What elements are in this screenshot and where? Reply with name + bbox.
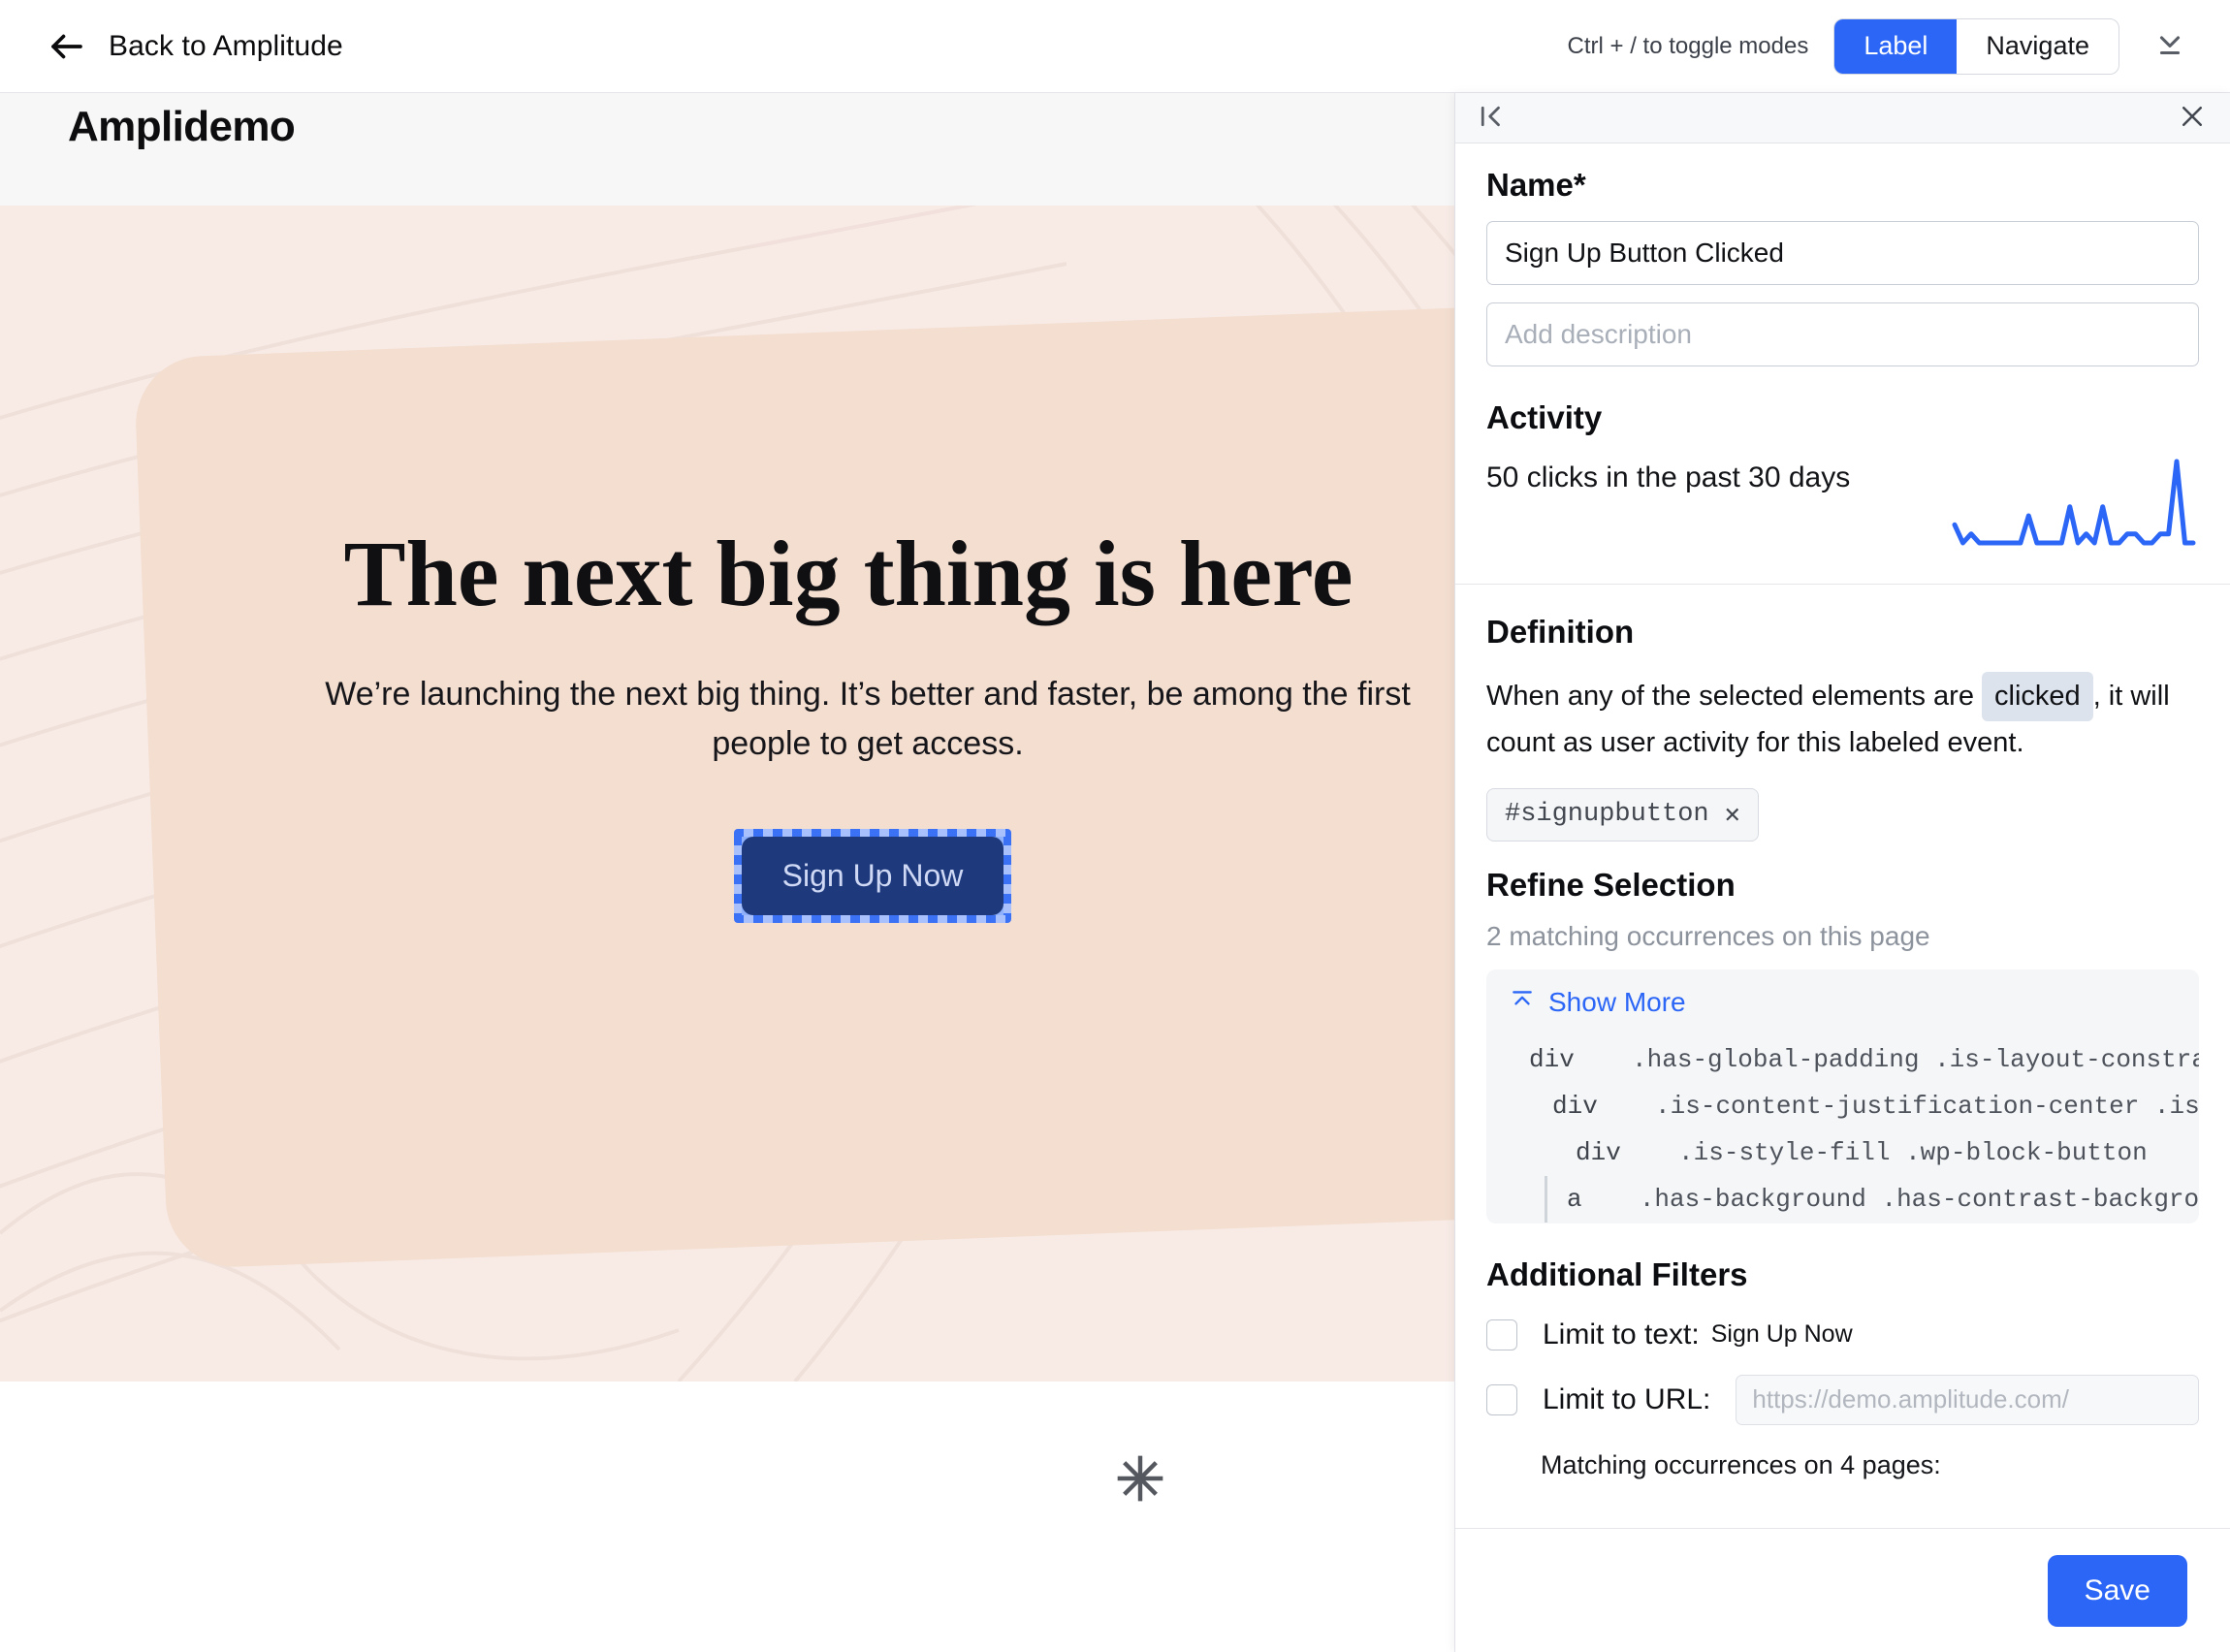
hero-headline: The next big thing is here bbox=[0, 525, 1454, 623]
definition-text: When any of the selected elements are cl… bbox=[1486, 672, 2199, 765]
selector-tree-classes: .is-content-justification-center .is-la bbox=[1655, 1092, 2199, 1121]
collapse-panel-button[interactable] bbox=[1477, 102, 1506, 134]
collapse-left-icon bbox=[1477, 102, 1506, 134]
limit-to-text-row: Limit to text: Sign Up Now bbox=[1486, 1318, 2199, 1351]
hero-content: The next big thing is here We’re launchi… bbox=[0, 525, 1454, 923]
selector-chip-label: #signupbutton bbox=[1505, 800, 1709, 829]
event-name-input[interactable] bbox=[1486, 221, 2199, 285]
labeled-event-panel: Name* Activity 50 clicks in the past 30 … bbox=[1454, 93, 2230, 1652]
activity-summary: 50 clicks in the past 30 days bbox=[1486, 461, 1850, 494]
collapse-up-icon bbox=[1510, 987, 1535, 1019]
selector-tree-tag: div bbox=[1529, 1045, 1575, 1074]
activity-row: 50 clicks in the past 30 days bbox=[1486, 456, 2199, 549]
selector-tree-tag: a bbox=[1567, 1185, 1582, 1214]
toolbar-right-group: Ctrl + / to toggle modes Label Navigate bbox=[1568, 18, 2195, 75]
cta-wrapper: Sign Up Now bbox=[0, 829, 1454, 923]
trigger-type-chip[interactable]: clicked bbox=[1982, 672, 2093, 721]
selector-tree-classes: .has-global-padding .is-layout-constrain… bbox=[1632, 1045, 2199, 1074]
limit-to-url-label: Limit to URL: bbox=[1543, 1383, 1710, 1416]
limit-to-url-checkbox[interactable] bbox=[1486, 1384, 1517, 1415]
selector-tree-line[interactable]: div .is-content-justification-center .is… bbox=[1486, 1083, 2199, 1129]
back-to-amplitude-label: Back to Amplitude bbox=[109, 30, 343, 63]
mode-toggle-group: Label Navigate bbox=[1833, 18, 2119, 75]
limit-to-text-checkbox[interactable] bbox=[1486, 1319, 1517, 1350]
limit-to-url-row: Limit to URL: bbox=[1486, 1375, 2199, 1425]
definition-text-before: When any of the selected elements are bbox=[1486, 681, 1974, 712]
chevron-down-bar-icon bbox=[2153, 28, 2186, 64]
definition-section: Definition When any of the selected elem… bbox=[1455, 585, 2230, 842]
asterisk-icon bbox=[1113, 1451, 1167, 1506]
collapse-toolbar-button[interactable] bbox=[2145, 21, 2195, 72]
selector-remove-icon[interactable]: ✕ bbox=[1725, 799, 1740, 831]
name-section-title: Name* bbox=[1486, 167, 2199, 204]
additional-filters-section: Additional Filters Limit to text: Sign U… bbox=[1455, 1223, 2230, 1480]
selector-tree-line[interactable]: div .has-global-padding .is-layout-const… bbox=[1486, 1036, 2199, 1083]
selector-tree-classes: .is-style-fill .wp-block-button bbox=[1678, 1138, 2148, 1167]
site-logo[interactable]: Amplidemo bbox=[68, 103, 295, 151]
matching-pages-note: Matching occurrences on 4 pages: bbox=[1486, 1450, 2199, 1480]
save-button[interactable]: Save bbox=[2048, 1555, 2187, 1627]
activity-section-title: Activity bbox=[1486, 399, 2199, 436]
tab-label-mode[interactable]: Label bbox=[1834, 19, 1957, 74]
name-section: Name* bbox=[1455, 143, 2230, 366]
sign-up-now-button[interactable]: Sign Up Now bbox=[742, 837, 1004, 915]
selected-element-outline: Sign Up Now bbox=[734, 829, 1012, 923]
limit-to-url-input[interactable] bbox=[1736, 1375, 2199, 1425]
refine-section-title: Refine Selection bbox=[1486, 867, 2199, 904]
hero-subheadline: We’re launching the next big thing. It’s… bbox=[0, 670, 1454, 769]
event-description-input[interactable] bbox=[1486, 302, 2199, 366]
limit-to-text-value: Sign Up Now bbox=[1711, 1320, 1853, 1349]
close-icon bbox=[2178, 102, 2207, 134]
activity-section: Activity 50 clicks in the past 30 days bbox=[1455, 366, 2230, 549]
selector-tree-line[interactable]: div .is-style-fill .wp-block-button bbox=[1486, 1129, 2199, 1176]
definition-section-title: Definition bbox=[1486, 614, 2199, 651]
show-more-label: Show More bbox=[1548, 987, 1686, 1018]
back-to-amplitude-button[interactable]: Back to Amplitude bbox=[47, 26, 343, 67]
panel-footer: Save bbox=[1455, 1528, 2230, 1652]
app-root: Back to Amplitude Ctrl + / to toggle mod… bbox=[0, 0, 2230, 1652]
refine-selection-section: Refine Selection 2 matching occurrences … bbox=[1455, 842, 2230, 1223]
toggle-modes-hint: Ctrl + / to toggle modes bbox=[1568, 33, 1809, 60]
filters-section-title: Additional Filters bbox=[1486, 1256, 2199, 1293]
close-panel-button[interactable] bbox=[2178, 102, 2207, 134]
selector-chip[interactable]: #signupbutton ✕ bbox=[1486, 788, 1759, 842]
activity-sparkline-chart bbox=[1949, 456, 2199, 549]
amplitude-toolbar: Back to Amplitude Ctrl + / to toggle mod… bbox=[0, 0, 2230, 93]
show-more-button[interactable]: Show More bbox=[1486, 987, 2199, 1036]
selector-tree-box: Show More div .has-global-padding .is-la… bbox=[1486, 969, 2199, 1223]
tab-navigate-mode[interactable]: Navigate bbox=[1957, 19, 2118, 74]
selector-chip-row: #signupbutton ✕ bbox=[1486, 788, 2199, 842]
panel-header bbox=[1455, 93, 2230, 143]
panel-body: Name* Activity 50 clicks in the past 30 … bbox=[1455, 143, 2230, 1528]
selector-tree-line[interactable]: a .has-background .has-contrast-backgrou… bbox=[1545, 1176, 2199, 1223]
selector-tree-tag: div bbox=[1576, 1138, 1621, 1167]
limit-to-text-label: Limit to text: bbox=[1543, 1318, 1700, 1351]
back-arrow-icon bbox=[47, 26, 87, 67]
selector-tree-classes: .has-background .has-contrast-background bbox=[1640, 1185, 2199, 1214]
matching-occurrences-count: 2 matching occurrences on this page bbox=[1486, 921, 2199, 952]
selector-tree-tag: div bbox=[1552, 1092, 1598, 1121]
